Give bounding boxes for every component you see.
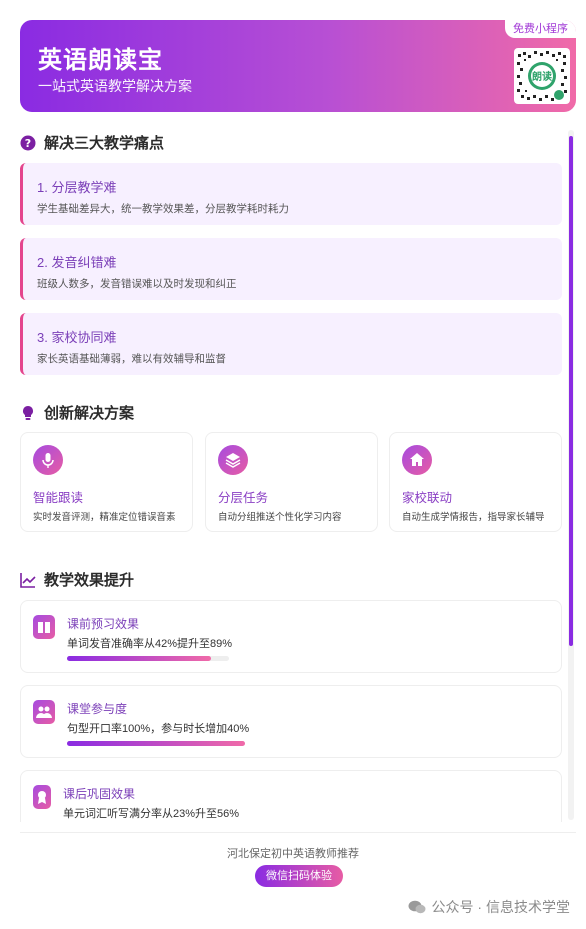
effect-card: 课前预习效果 单词发音准确率从42%提升至89%	[20, 600, 562, 673]
line-chart-icon	[20, 572, 36, 588]
effect-card: 课堂参与度 句型开口率100%，参与时长增加40%	[20, 685, 562, 758]
app-title: 英语朗读宝	[38, 47, 163, 74]
lightbulb-icon	[20, 405, 36, 421]
effect-title: 课后巩固效果	[63, 787, 136, 801]
question-circle-icon: ?	[20, 135, 36, 151]
solution-desc: 自动分组推送个性化学习内容	[218, 512, 342, 523]
solution-desc: 自动生成学情报告，指导家长辅导	[402, 512, 545, 523]
solution-title: 家校联动	[402, 491, 453, 505]
pain-point-desc: 班级人数多，发音错误难以及时发现和纠正	[37, 278, 237, 290]
effect-title: 课堂参与度	[67, 702, 128, 716]
section-effect-title: 教学效果提升	[20, 569, 134, 590]
progress-fill	[67, 741, 245, 746]
pain-point-title: 3. 家校协同难	[37, 330, 117, 345]
mini-program-badge[interactable]: 免费小程序	[505, 20, 576, 38]
solution-title: 智能跟读	[33, 491, 84, 505]
section-solution-title-text: 创新解决方案	[44, 405, 135, 422]
wechat-icon	[408, 900, 426, 914]
pain-point-title: 2. 发音纠错难	[37, 255, 117, 270]
section-effect-title-text: 教学效果提升	[44, 572, 135, 589]
solution-card[interactable]: 智能跟读 实时发音评测，精准定位错误音素	[20, 432, 193, 532]
svg-text:?: ?	[25, 137, 31, 150]
solution-desc: 实时发音评测，精准定位错误音素	[33, 512, 176, 523]
pain-point-desc: 家长英语基础薄弱，难以有效辅导和监督	[37, 353, 226, 365]
solution-card[interactable]: 家校联动 自动生成学情报告，指导家长辅导	[389, 432, 562, 532]
microphone-icon	[33, 445, 63, 475]
book-icon	[33, 615, 55, 639]
section-pain-title-text: 解决三大教学痛点	[44, 135, 165, 152]
pain-point-card: 3. 家校协同难 家长英语基础薄弱，难以有效辅导和监督	[20, 313, 562, 375]
pain-point-title: 1. 分层教学难	[37, 180, 117, 195]
watermark-text: 公众号 · 信息技术学堂	[431, 899, 570, 915]
solution-card[interactable]: 分层任务 自动分组推送个性化学习内容	[205, 432, 378, 532]
effect-title: 课前预习效果	[67, 617, 140, 631]
progress-fill	[67, 656, 212, 661]
effect-card: 课后巩固效果 单元词汇听写满分率从23%升至56%	[20, 770, 562, 822]
qr-center-label: 朗读	[532, 70, 552, 83]
effect-desc: 句型开口率100%，参与时长增加40%	[67, 723, 250, 735]
header-banner: 英语朗读宝 一站式英语教学解决方案 免费小程序 朗读	[20, 20, 576, 112]
home-icon	[402, 445, 432, 475]
app-subtitle: 一站式英语教学解决方案	[38, 78, 192, 94]
effect-progress-bar	[67, 741, 245, 746]
pain-point-desc: 学生基础差异大，统一教学效果差，分层教学耗时耗力	[37, 203, 289, 215]
content-scroll-area[interactable]: ? 解决三大教学痛点 1. 分层教学难 学生基础差异大，统一教学效果差，分层教学…	[0, 122, 576, 822]
footer-divider	[20, 832, 576, 833]
users-icon	[33, 700, 55, 724]
pain-point-card: 2. 发音纠错难 班级人数多，发音错误难以及时发现和纠正	[20, 238, 562, 300]
scrollbar-thumb[interactable]	[569, 136, 573, 646]
section-solution-title: 创新解决方案	[20, 402, 134, 423]
award-icon	[33, 785, 51, 809]
scan-to-try-button[interactable]: 微信扫码体验	[255, 865, 343, 887]
effect-progress-bar	[67, 656, 229, 661]
effect-desc: 单词发音准确率从42%提升至89%	[67, 638, 233, 650]
effect-desc: 单元词汇听写满分率从23%升至56%	[63, 808, 240, 820]
pain-point-card: 1. 分层教学难 学生基础差异大，统一教学效果差，分层教学耗时耗力	[20, 163, 562, 225]
footer-recommend: 河北保定初中英语教师推荐	[227, 848, 359, 860]
solution-title: 分层任务	[218, 491, 269, 505]
layers-icon	[218, 445, 248, 475]
watermark: 公众号 · 信息技术学堂	[408, 897, 570, 917]
qr-code[interactable]: 朗读	[514, 48, 570, 104]
section-pain-title: ? 解决三大教学痛点	[20, 132, 164, 153]
